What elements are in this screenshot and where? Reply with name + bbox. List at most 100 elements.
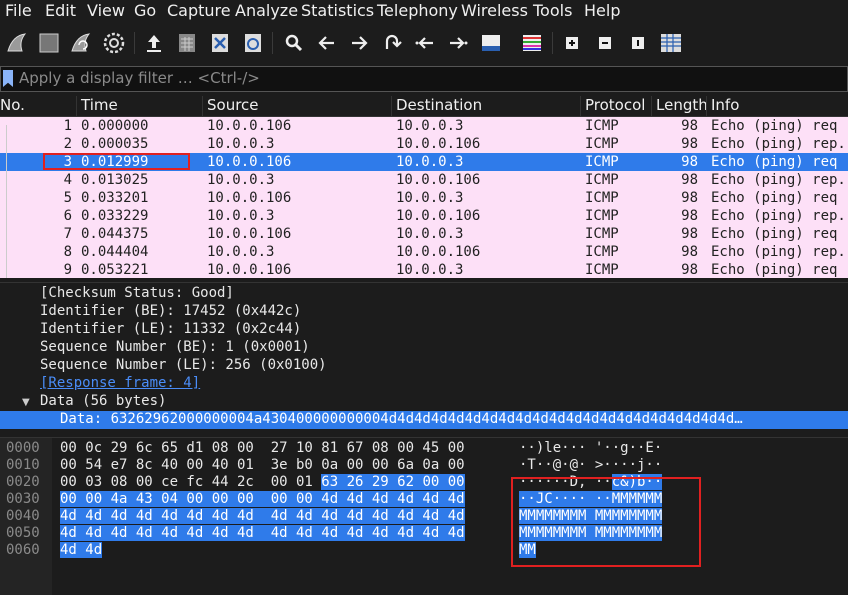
hex-bytes-selected: 4d 4d 4d 4d 4d 4d 4d 4d 4d 4d 4d 4d 4d 4… — [60, 508, 465, 524]
cell-dst: 10.0.0.106 — [396, 172, 481, 188]
colorize-icon[interactable] — [519, 30, 545, 56]
cell-no: 9 — [63, 262, 72, 278]
cell-proto: ICMP — [585, 226, 619, 242]
packet-row[interactable]: 6 0.033229 10.0.0.3 10.0.0.106 ICMP 98 Echo (p… — [0, 207, 848, 225]
packet-row[interactable]: 7 0.044375 10.0.0.106 10.0.0.3 ICMP 98 Echo (p… — [0, 225, 848, 243]
menu-wireless[interactable]: Wireless — [461, 1, 528, 20]
restart-capture-icon[interactable] — [68, 30, 94, 56]
highlight-box-ascii — [511, 477, 701, 567]
cell-dst: 10.0.0.3 — [396, 190, 464, 206]
menu-telephony[interactable]: Telephony — [377, 1, 458, 20]
detail-line[interactable]: Identifier (BE): 17452 (0x442c) — [40, 303, 301, 319]
hex-bytes-row[interactable]: 4d 4d — [60, 542, 103, 558]
menu-file[interactable]: File — [5, 1, 32, 20]
packet-row[interactable]: 1 0.000000 10.0.0.106 10.0.0.3 ICMP 98 Echo (p… — [0, 117, 848, 135]
cell-proto: ICMP — [585, 244, 619, 260]
packet-row[interactable]: 4 0.013025 10.0.0.3 10.0.0.106 ICMP 98 Echo (p… — [0, 171, 848, 189]
save-file-icon[interactable] — [174, 30, 200, 56]
go-back-icon[interactable] — [314, 30, 340, 56]
cell-src: 10.0.0.106 — [207, 262, 292, 278]
cell-time: 0.053221 — [81, 262, 149, 278]
column-header-time[interactable]: Time — [76, 96, 118, 116]
find-packet-icon[interactable] — [281, 30, 307, 56]
zoom-in-icon[interactable] — [559, 30, 585, 56]
zoom-out-icon[interactable] — [592, 30, 618, 56]
hex-bytes-row[interactable]: 00 00 4a 43 04 00 00 00 00 00 4d 4d 4d 4… — [60, 491, 465, 507]
ascii-text: ·T··@·@· >····j·· — [519, 457, 663, 473]
menu-capture[interactable]: Capture — [167, 1, 231, 20]
cell-proto: ICMP — [585, 118, 619, 134]
column-header-length[interactable]: Length — [651, 96, 708, 116]
hex-bytes-row[interactable]: 4d 4d 4d 4d 4d 4d 4d 4d 4d 4d 4d 4d 4d 4… — [60, 508, 465, 524]
cell-src: 10.0.0.3 — [207, 244, 275, 260]
cell-dst: 10.0.0.3 — [396, 118, 464, 134]
cell-no: 7 — [63, 226, 72, 242]
cell-no: 4 — [63, 172, 72, 188]
filter-bookmark-icon[interactable] — [3, 70, 13, 87]
column-header-no[interactable]: No. — [0, 96, 25, 116]
auto-scroll-icon[interactable] — [478, 30, 504, 56]
open-file-icon[interactable] — [141, 30, 167, 56]
column-header-protocol[interactable]: Protocol — [580, 96, 645, 116]
cell-time: 0.013025 — [81, 172, 149, 188]
normal-size-icon[interactable] — [625, 30, 651, 56]
hex-bytes-row[interactable]: 00 54 e7 8c 40 00 40 01 3e b0 0a 00 00 6… — [60, 457, 465, 473]
menu-help[interactable]: Help — [584, 1, 620, 20]
capture-options-icon[interactable] — [101, 30, 127, 56]
cell-no: 6 — [63, 208, 72, 224]
menu-edit[interactable]: Edit — [45, 1, 76, 20]
reload-file-icon[interactable] — [240, 30, 266, 56]
first-packet-icon[interactable] — [412, 30, 438, 56]
response-frame-link[interactable]: [Response frame: 4] — [40, 375, 200, 391]
cell-time: 0.033229 — [81, 208, 149, 224]
stop-capture-icon[interactable] — [36, 30, 62, 56]
packet-row[interactable]: 9 0.053221 10.0.0.106 10.0.0.3 ICMP 98 Echo (p… — [0, 261, 848, 278]
detail-line[interactable]: Identifier (LE): 11332 (0x2c44) — [40, 321, 301, 337]
detail-line[interactable]: [Checksum Status: Good] — [40, 285, 234, 301]
related-packet-line — [6, 125, 9, 278]
cell-dst: 10.0.0.3 — [396, 226, 464, 242]
ascii-text: ··)le··· '··g··E· — [519, 440, 663, 456]
hex-offset: 0030 — [6, 491, 40, 507]
hex-bytes-row[interactable]: 00 0c 29 6c 65 d1 08 00 27 10 81 67 08 0… — [60, 440, 465, 456]
cell-time: 0.000000 — [81, 118, 149, 134]
packet-details: [Checksum Status: Good] Identifier (BE): … — [0, 282, 848, 431]
menu-go[interactable]: Go — [134, 1, 156, 20]
go-to-packet-icon[interactable] — [379, 30, 405, 56]
detail-line[interactable]: Sequence Number (LE): 256 (0x0100) — [40, 357, 327, 373]
go-forward-icon[interactable] — [346, 30, 372, 56]
data-field-selected[interactable]: Data: 63262962000000004a430400000000004d… — [60, 411, 743, 427]
column-header-source[interactable]: Source — [202, 96, 259, 116]
hex-bytes-row[interactable]: 4d 4d 4d 4d 4d 4d 4d 4d 4d 4d 4d 4d 4d 4… — [60, 525, 465, 541]
cell-len: 98 — [681, 244, 698, 260]
display-filter-input[interactable] — [19, 68, 839, 88]
column-header-destination[interactable]: Destination — [391, 96, 482, 116]
ascii-row[interactable]: ·T··@·@· >····j·· — [519, 457, 662, 473]
cell-no: 8 — [63, 244, 72, 260]
cell-dst: 10.0.0.106 — [396, 136, 481, 152]
cell-len: 98 — [681, 190, 698, 206]
packet-list: No. Time Source Destination Protocol Length In… — [0, 95, 848, 278]
main-toolbar — [0, 24, 848, 62]
cell-no: 1 — [63, 118, 72, 134]
ascii-row[interactable]: ··)le··· '··g··E· — [519, 440, 662, 456]
packet-row[interactable]: 8 0.044404 10.0.0.3 10.0.0.106 ICMP 98 Echo (p… — [0, 243, 848, 261]
cell-proto: ICMP — [585, 136, 619, 152]
resize-columns-icon[interactable] — [658, 30, 684, 56]
hex-bytes-row[interactable]: 00 03 08 00 ce fc 44 2c 00 01 63 26 29 6… — [60, 474, 465, 490]
shark-fin-start-icon[interactable] — [4, 30, 30, 56]
cell-time: 0.033201 — [81, 190, 149, 206]
packet-row[interactable]: 2 0.000035 10.0.0.3 10.0.0.106 ICMP 98 Echo (p… — [0, 135, 848, 153]
menu-analyze[interactable]: Analyze — [235, 1, 298, 20]
expand-triangle-icon[interactable]: ▼ — [22, 397, 30, 408]
last-packet-icon[interactable] — [445, 30, 471, 56]
close-file-icon[interactable] — [207, 30, 233, 56]
menu-view[interactable]: View — [87, 1, 125, 20]
menu-statistics[interactable]: Statistics — [301, 1, 374, 20]
packet-row[interactable]: 5 0.033201 10.0.0.106 10.0.0.3 ICMP 98 Echo (p… — [0, 189, 848, 207]
data-tree-node[interactable]: Data (56 bytes) — [40, 393, 166, 409]
column-header-info[interactable]: Info — [706, 96, 739, 116]
detail-line[interactable]: Sequence Number (BE): 1 (0x0001) — [40, 339, 310, 355]
menu-tools[interactable]: Tools — [533, 1, 572, 20]
cell-src: 10.0.0.106 — [207, 226, 292, 242]
